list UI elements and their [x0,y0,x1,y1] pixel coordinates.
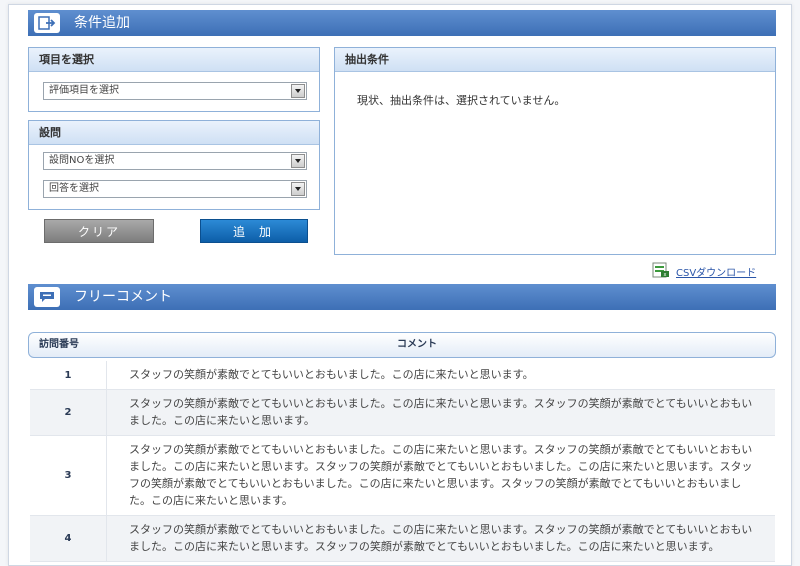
question-number-select-value: 設問NOを選択 [49,155,115,166]
table-row: 3 スタッフの笑顔が素敵でとてもいいとおもいました。この店に来たいと思います。ス… [30,436,775,516]
condition-section-header: 条件追加 [28,10,776,36]
evaluation-item-select-value: 評価項目を選択 [49,85,119,96]
chevron-down-icon [291,182,305,196]
table-row: 2 スタッフの笑顔が素敵でとてもいいとおもいました。この店に来たいと思います。ス… [30,390,775,436]
evaluation-item-select[interactable]: 評価項目を選択 [43,82,307,100]
csv-download-label[interactable]: CSVダウンロード [676,264,756,279]
comment-section-title: フリーコメント [74,289,172,305]
table-row: 4 スタッフの笑顔が素敵でとてもいいとおもいました。この店に来たいと思います。ス… [30,516,775,562]
comment-table-body: 1 スタッフの笑顔が素敵でとてもいいとおもいました。この店に来たいと思います。 … [30,361,775,562]
chevron-down-icon [291,84,305,98]
speech-bubble-icon [34,287,60,307]
visit-number: 3 [30,436,107,515]
question-panel: 設問 設問NOを選択 回答を選択 [28,120,320,210]
answer-select-value: 回答を選択 [49,183,99,194]
extract-conditions-message: 現状、抽出条件は、選択されていません。 [357,94,566,107]
csv-file-icon: x [652,262,670,281]
extract-conditions-panel: 抽出条件 現状、抽出条件は、選択されていません。 [334,47,776,255]
comment-column-header: コメント [397,339,437,350]
answer-select[interactable]: 回答を選択 [43,180,307,198]
clear-button[interactable]: クリア [44,219,154,243]
csv-download-link[interactable]: x CSVダウンロード [652,262,756,281]
svg-text:x: x [664,272,667,278]
question-panel-title: 設問 [29,121,319,145]
comment-section-header: フリーコメント [28,284,776,310]
comment-table-header: 訪問番号 コメント [28,332,776,358]
comment-text: スタッフの笑顔が素敵でとてもいいとおもいました。この店に来たいと思います。スタッ… [129,523,753,553]
item-select-panel: 項目を選択 評価項目を選択 [28,47,320,112]
chevron-down-icon [291,154,305,168]
visit-number: 1 [30,361,107,389]
item-panel-title: 項目を選択 [29,48,319,72]
visit-number-column-header: 訪問番号 [39,339,79,350]
question-number-select[interactable]: 設問NOを選択 [43,152,307,170]
comment-text: スタッフの笑顔が素敵でとてもいいとおもいました。この店に来たいと思います。 [129,368,534,381]
add-button[interactable]: 追加 [200,219,308,243]
table-row: 1 スタッフの笑顔が素敵でとてもいいとおもいました。この店に来たいと思います。 [30,361,775,390]
comment-text: スタッフの笑顔が素敵でとてもいいとおもいました。この店に来たいと思います。スタッ… [129,443,753,507]
extract-panel-title: 抽出条件 [335,48,775,72]
condition-section-title: 条件追加 [74,15,130,31]
comment-text: スタッフの笑顔が素敵でとてもいいとおもいました。この店に来たいと思います。スタッ… [129,397,753,427]
visit-number: 2 [30,390,107,435]
add-condition-icon [34,13,60,33]
visit-number: 4 [30,516,107,561]
